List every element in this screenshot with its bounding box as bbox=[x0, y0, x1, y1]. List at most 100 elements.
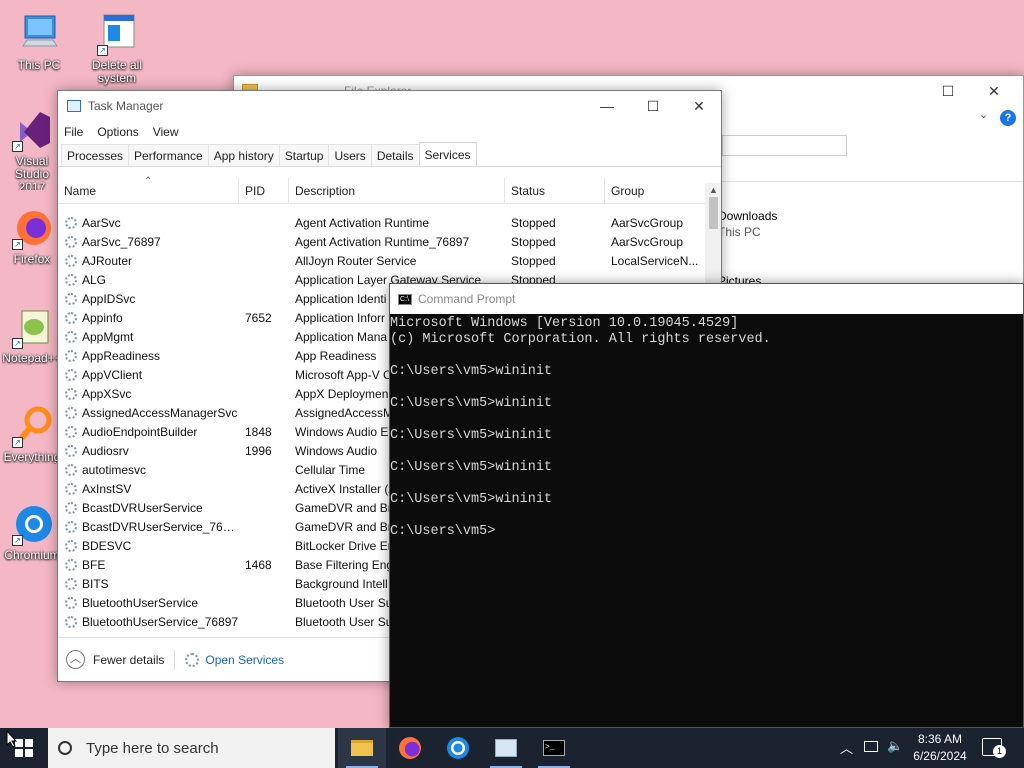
service-gear-icon bbox=[65, 331, 77, 343]
service-gear-icon bbox=[65, 369, 77, 381]
chromium-icon bbox=[447, 737, 469, 759]
taskbar-search-box[interactable]: Type here to search bbox=[48, 728, 335, 768]
close-button[interactable]: ✕ bbox=[676, 91, 721, 121]
tab-users[interactable]: Users bbox=[328, 144, 372, 166]
tab-strip: Processes Performance App history Startu… bbox=[58, 142, 721, 167]
service-row[interactable]: AarSvc_76897 Agent Activation Runtime_768… bbox=[58, 233, 704, 252]
collapse-chevron-icon[interactable]: ︿ bbox=[66, 650, 85, 669]
cmd-line bbox=[390, 476, 1023, 492]
service-gear-icon bbox=[65, 236, 77, 248]
cmd-title: Command Prompt bbox=[418, 292, 516, 306]
service-pid bbox=[239, 537, 289, 556]
network-icon[interactable] bbox=[864, 741, 878, 752]
cmd-line bbox=[390, 412, 1023, 428]
service-name: AppVClient bbox=[58, 366, 239, 385]
explorer-quick-access-this-pc[interactable]: This PC bbox=[718, 225, 761, 239]
cmd-icon: C:\ bbox=[398, 293, 412, 305]
menu-view[interactable]: View bbox=[153, 125, 179, 139]
chevron-down-icon[interactable]: ⌄ bbox=[979, 108, 988, 121]
open-services-link[interactable]: Open Services bbox=[205, 653, 284, 667]
taskbar-command-prompt[interactable]: >_ bbox=[530, 728, 578, 768]
service-pid bbox=[239, 461, 289, 480]
desktop-icon-delete-all-system[interactable]: ↗ Delete all system bbox=[82, 12, 152, 85]
explorer-quick-access-downloads[interactable]: Downloads bbox=[718, 209, 777, 223]
service-name: AarSvc_76897 bbox=[58, 233, 239, 252]
cmd-title-bar[interactable]: C:\ Command Prompt bbox=[390, 284, 1023, 314]
desktop-icon-this-pc[interactable]: This PC bbox=[4, 12, 74, 72]
taskbar-task-manager[interactable] bbox=[482, 728, 530, 768]
cmd-line bbox=[390, 380, 1023, 396]
service-pid bbox=[239, 518, 289, 537]
service-pid bbox=[239, 385, 289, 404]
scrollbar-thumb[interactable] bbox=[709, 197, 718, 229]
service-name: AxInstSV bbox=[58, 480, 239, 499]
service-gear-icon bbox=[65, 407, 77, 419]
tab-startup[interactable]: Startup bbox=[278, 144, 330, 166]
tab-performance[interactable]: Performance bbox=[128, 144, 209, 166]
minimize-button[interactable]: — bbox=[584, 91, 630, 121]
service-name-text: AppMgmt bbox=[82, 330, 134, 344]
cmd-line: C:\Users\vm5>wininit bbox=[390, 492, 553, 507]
scroll-up-arrow-icon[interactable]: ▲ bbox=[705, 183, 721, 197]
service-gear-icon bbox=[65, 559, 77, 571]
desktop-icon-visual-studio[interactable]: ↗ Visual Studio 2017 bbox=[2, 108, 62, 190]
service-gear-icon bbox=[65, 217, 77, 229]
command-prompt-window[interactable]: C:\ Command Prompt Microsoft Windows [Ve… bbox=[389, 283, 1024, 728]
column-status[interactable]: Status bbox=[505, 178, 605, 203]
tab-services[interactable]: Services bbox=[418, 142, 477, 166]
service-name-text: BITS bbox=[82, 577, 109, 591]
desktop-icon-notepadpp[interactable]: ↗ Notepad++ bbox=[2, 305, 62, 365]
services-gear-icon bbox=[185, 652, 200, 667]
task-manager-icon bbox=[67, 100, 81, 112]
help-icon[interactable]: ? bbox=[1000, 110, 1016, 126]
service-row[interactable]: AarSvc Agent Activation Runtime Stopped Aar… bbox=[58, 214, 704, 233]
cmd-line: C:\Users\vm5>wininit bbox=[390, 364, 553, 379]
explorer-maximize-button[interactable]: ☐ bbox=[925, 76, 971, 106]
desktop-icon-label: Chromium bbox=[4, 548, 60, 562]
notification-badge: 1 bbox=[993, 745, 1006, 758]
service-name-text: AppReadiness bbox=[82, 349, 161, 363]
service-name: Appinfo bbox=[58, 309, 239, 328]
service-pid: 1996 bbox=[245, 444, 272, 458]
cmd-line: Microsoft Windows [Version 10.0.19045.45… bbox=[390, 316, 739, 331]
taskbar-firefox[interactable] bbox=[386, 728, 434, 768]
menu-options[interactable]: Options bbox=[97, 125, 138, 139]
service-row[interactable]: AJRouter AllJoyn Router Service Stopped Loc… bbox=[58, 252, 704, 271]
explorer-close-button[interactable]: ✕ bbox=[971, 76, 1017, 106]
service-status: Stopped bbox=[511, 235, 556, 249]
column-header-row: ⌃ Name PID Description Status Group bbox=[58, 176, 721, 204]
volume-muted-icon[interactable]: 🔈 bbox=[887, 738, 903, 754]
tab-app-history[interactable]: App history bbox=[207, 144, 280, 166]
desktop-icon-firefox[interactable]: ↗ Firefox bbox=[2, 206, 62, 266]
service-name: Audiosrv bbox=[58, 442, 239, 461]
desktop-icon-everything[interactable]: ↗ Everything bbox=[2, 404, 62, 464]
maximize-button[interactable]: ☐ bbox=[630, 91, 676, 121]
service-gear-icon bbox=[65, 616, 77, 628]
column-group[interactable]: Group bbox=[605, 178, 704, 203]
explorer-address-bar[interactable] bbox=[722, 135, 847, 156]
fewer-details-button[interactable]: Fewer details bbox=[93, 653, 164, 667]
service-name: BluetoothUserService_76897 bbox=[58, 613, 239, 632]
desktop-icon-chromium[interactable]: ↗ Chromium bbox=[2, 502, 62, 562]
service-pid bbox=[239, 404, 289, 423]
service-pid bbox=[239, 575, 289, 594]
service-gear-icon bbox=[65, 464, 77, 476]
notification-center-button[interactable]: 1 bbox=[982, 738, 1006, 758]
column-description[interactable]: Description bbox=[289, 178, 505, 203]
tab-processes[interactable]: Processes bbox=[61, 144, 130, 166]
column-pid[interactable]: PID bbox=[239, 178, 289, 203]
desktop-icon-label: This PC bbox=[17, 58, 61, 72]
service-pid bbox=[239, 271, 289, 290]
tab-details[interactable]: Details bbox=[370, 144, 420, 166]
service-gear-icon bbox=[65, 597, 77, 609]
service-pid bbox=[239, 328, 289, 347]
service-gear-icon bbox=[65, 312, 77, 324]
menu-file[interactable]: File bbox=[64, 125, 83, 139]
cmd-output[interactable]: Microsoft Windows [Version 10.0.19045.45… bbox=[390, 314, 1023, 540]
clock[interactable]: 8:36 AM 6/26/2024 bbox=[908, 731, 972, 765]
service-group: AarSvcGroup bbox=[611, 216, 684, 230]
taskbar-chromium[interactable] bbox=[434, 728, 482, 768]
chevron-up-icon[interactable]: ︿ bbox=[840, 738, 853, 757]
taskbar-file-explorer[interactable] bbox=[338, 728, 386, 768]
service-pid bbox=[239, 594, 289, 613]
